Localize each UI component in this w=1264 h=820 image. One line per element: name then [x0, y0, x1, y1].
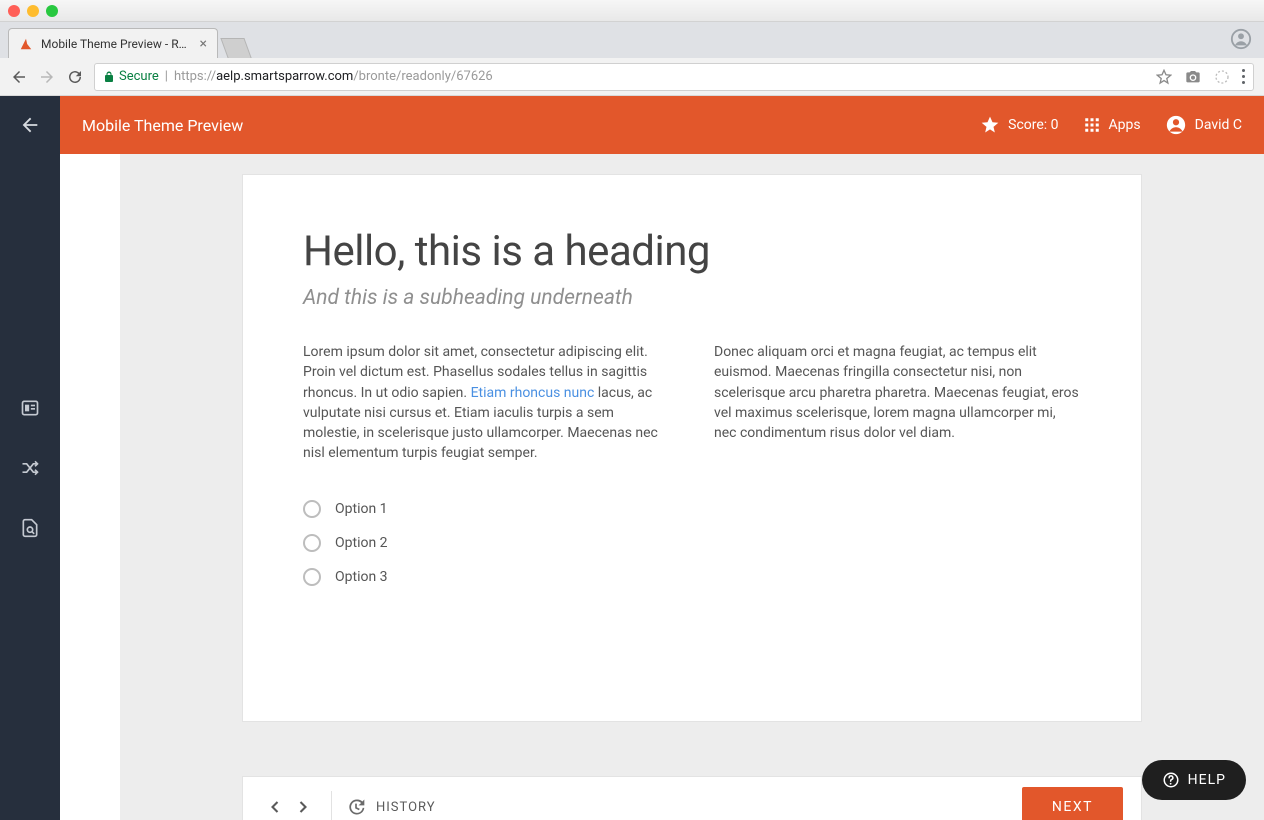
content-card: Hello, this is a heading And this is a s…	[242, 174, 1142, 722]
help-icon	[1162, 771, 1180, 789]
radio-icon	[303, 568, 321, 586]
apps-label: Apps	[1109, 117, 1141, 133]
app-topbar: Mobile Theme Preview Score: 0 Apps David…	[60, 96, 1264, 154]
sidebar-back-button[interactable]	[19, 114, 41, 136]
browser-tabstrip: Mobile Theme Preview - Read ×	[0, 22, 1264, 58]
user-avatar-icon	[1165, 114, 1187, 136]
url: https://aelp.smartsparrow.com/bronte/rea…	[174, 69, 493, 84]
lock-icon	[103, 70, 115, 84]
history-button[interactable]: HISTORY	[346, 797, 436, 817]
chrome-profile-icon[interactable]	[1230, 28, 1252, 50]
browser-tab[interactable]: Mobile Theme Preview - Read ×	[8, 28, 218, 58]
tab-close-icon[interactable]: ×	[200, 36, 207, 52]
body-column-1: Lorem ipsum dolor sit amet, consectetur …	[303, 342, 670, 464]
prev-page-button[interactable]	[261, 793, 289, 820]
subheading: And this is a subheading underneath	[303, 286, 1081, 310]
option-2[interactable]: Option 2	[303, 534, 1081, 552]
content-area: Hello, this is a heading And this is a s…	[120, 154, 1264, 820]
tab-title: Mobile Theme Preview - Read	[41, 37, 192, 51]
divider	[331, 791, 332, 820]
app-sidebar	[0, 96, 60, 820]
history-label: HISTORY	[376, 800, 436, 815]
next-page-button[interactable]	[289, 793, 317, 820]
extension-icon[interactable]	[1214, 69, 1230, 85]
option-3[interactable]: Option 3	[303, 568, 1081, 586]
radio-icon	[303, 500, 321, 518]
next-button[interactable]: NEXT	[1022, 787, 1123, 820]
secure-badge: Secure	[103, 69, 159, 84]
secure-label: Secure	[119, 69, 159, 84]
heading: Hello, this is a heading	[303, 227, 1081, 276]
chrome-menu-icon[interactable]	[1242, 69, 1245, 84]
sidebar-content-icon[interactable]	[18, 396, 42, 420]
option-label: Option 1	[335, 501, 388, 517]
sidebar-shuffle-icon[interactable]	[18, 456, 42, 480]
traffic-zoom[interactable]	[46, 5, 58, 17]
nav-back-icon[interactable]	[10, 68, 28, 86]
inline-link[interactable]: Etiam rhoncus nunc	[471, 385, 595, 401]
apps-menu[interactable]: Apps	[1083, 116, 1141, 134]
omnibox[interactable]: Secure | https://aelp.smartsparrow.com/b…	[94, 63, 1254, 91]
history-icon	[346, 797, 366, 817]
help-button[interactable]: HELP	[1142, 760, 1246, 800]
user-label: David C	[1195, 117, 1242, 133]
browser-address-bar: Secure | https://aelp.smartsparrow.com/b…	[0, 58, 1264, 96]
nav-forward-icon	[38, 68, 56, 86]
option-1[interactable]: Option 1	[303, 500, 1081, 518]
tab-favicon-icon	[19, 37, 33, 51]
bookmark-star-icon[interactable]	[1156, 69, 1172, 85]
new-tab-button[interactable]	[220, 38, 251, 58]
lesson-nav-bar: HISTORY NEXT	[242, 776, 1142, 820]
user-menu[interactable]: David C	[1165, 114, 1242, 136]
options-group: Option 1 Option 2 Option 3	[303, 500, 1081, 586]
score-label: Score: 0	[1008, 117, 1058, 133]
sidebar-review-icon[interactable]	[18, 516, 42, 540]
mac-titlebar	[0, 0, 1264, 22]
page-title: Mobile Theme Preview	[82, 116, 243, 135]
option-label: Option 2	[335, 535, 388, 551]
help-label: HELP	[1188, 772, 1226, 788]
traffic-close[interactable]	[8, 5, 20, 17]
camera-icon[interactable]	[1184, 69, 1202, 85]
body-column-2: Donec aliquam orci et magna feugiat, ac …	[714, 342, 1081, 464]
radio-icon	[303, 534, 321, 552]
nav-reload-icon[interactable]	[66, 68, 84, 86]
apps-grid-icon	[1083, 116, 1101, 134]
traffic-minimize[interactable]	[27, 5, 39, 17]
star-icon	[980, 115, 1000, 135]
score-indicator[interactable]: Score: 0	[980, 115, 1058, 135]
option-label: Option 3	[335, 569, 388, 585]
